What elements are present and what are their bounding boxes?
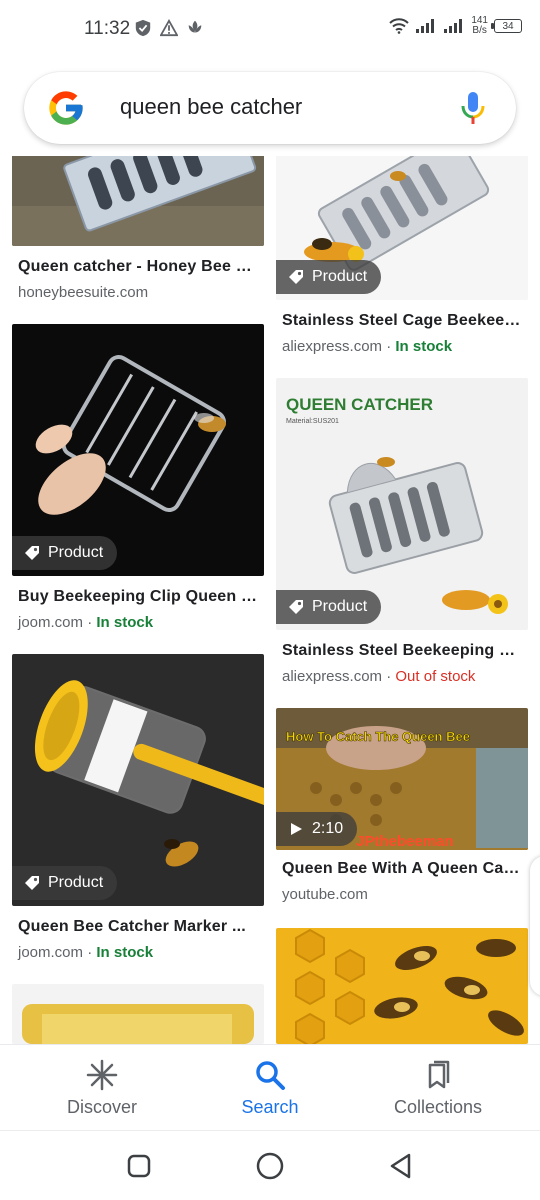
recents-icon[interactable] bbox=[124, 1151, 154, 1181]
result-title[interactable]: Queen Bee With A Queen Cat... bbox=[276, 860, 522, 878]
signal-icon-2 bbox=[444, 19, 463, 33]
video-overlay-channel: JPthebeeman bbox=[356, 833, 454, 850]
result-card[interactable]: Product Queen Bee Catcher Marker ... joo… bbox=[12, 654, 264, 961]
result-thumbnail[interactable]: Product bbox=[276, 156, 528, 300]
nav-discover[interactable]: Discover bbox=[12, 1045, 192, 1131]
result-title[interactable]: Queen catcher - Honey Bee S... bbox=[12, 258, 258, 276]
result-thumbnail[interactable]: QUEEN CATCHER Material:SUS201 Product bbox=[276, 378, 528, 630]
result-thumbnail[interactable] bbox=[276, 928, 528, 1044]
bottom-navigation: Discover Search Collections bbox=[0, 1044, 540, 1130]
result-card[interactable]: Queen catcher - Honey Bee S... honeybees… bbox=[12, 156, 264, 301]
image-results-grid: Queen catcher - Honey Bee S... honeybees… bbox=[0, 156, 540, 1044]
product-badge: Product bbox=[276, 260, 382, 294]
mic-icon[interactable] bbox=[460, 90, 486, 126]
system-navigation-bar bbox=[0, 1130, 540, 1200]
video-thumbnail[interactable]: How To Catch The Queen Bee JPthebeeman 2… bbox=[276, 708, 528, 850]
product-badge: Product bbox=[12, 866, 118, 900]
result-title[interactable]: Stainless Steel Beekeeping Q... bbox=[276, 642, 522, 660]
collections-icon bbox=[428, 1060, 450, 1089]
network-speed: 141 B/s bbox=[471, 15, 488, 36]
nav-discover-label: Discover bbox=[66, 1097, 137, 1117]
nav-search-label: Search bbox=[241, 1097, 299, 1117]
status-time: 11:32 bbox=[84, 18, 131, 39]
battery-icon: 34 bbox=[491, 19, 522, 33]
result-source: honeybeesuite.com bbox=[18, 284, 149, 301]
google-logo-icon[interactable] bbox=[46, 88, 86, 128]
video-overlay-title: How To Catch The Queen Bee bbox=[286, 729, 470, 744]
result-title[interactable]: Buy Beekeeping Clip Queen B... bbox=[12, 588, 258, 606]
result-thumbnail[interactable] bbox=[12, 156, 264, 246]
image-subheading: Material:SUS201 bbox=[286, 418, 339, 425]
result-card[interactable]: How To Catch The Queen Bee JPthebeeman 2… bbox=[276, 708, 528, 903]
result-title[interactable]: Queen Bee Catcher Marker ... bbox=[12, 918, 258, 936]
result-card[interactable]: QUEEN CATCHER Material:SUS201 Product St… bbox=[276, 378, 528, 685]
tag-icon bbox=[25, 876, 39, 890]
asterisk-icon bbox=[86, 1059, 118, 1091]
tag-icon bbox=[25, 546, 39, 560]
result-card[interactable] bbox=[12, 984, 264, 1044]
result-source: youtube.com bbox=[282, 886, 368, 903]
search-icon bbox=[256, 1061, 285, 1090]
result-card[interactable]: Product Stainless Steel Cage Beekeep... … bbox=[276, 156, 528, 355]
warning-icon bbox=[160, 19, 178, 37]
product-badge: Product bbox=[276, 590, 382, 624]
search-input[interactable]: queen bee catcher bbox=[120, 94, 302, 120]
wifi-icon bbox=[389, 18, 410, 34]
result-title[interactable]: Stainless Steel Cage Beekeep... bbox=[276, 312, 522, 330]
result-thumbnail[interactable] bbox=[12, 984, 264, 1044]
signal-icon bbox=[416, 19, 435, 33]
result-source: aliexpress.com · In stock bbox=[282, 338, 453, 355]
product-badge: Product bbox=[12, 536, 118, 570]
video-duration-badge: 2:10 bbox=[276, 812, 358, 846]
result-card[interactable] bbox=[276, 928, 528, 1044]
shield-icon bbox=[135, 19, 151, 37]
result-card[interactable]: Product Buy Beekeeping Clip Queen B... j… bbox=[12, 324, 264, 631]
result-source: joom.com · In stock bbox=[18, 944, 154, 961]
home-icon[interactable] bbox=[255, 1151, 285, 1181]
nav-collections[interactable]: Collections bbox=[348, 1045, 528, 1131]
leaf-icon bbox=[188, 20, 202, 33]
status-bar: 11:32 141 B/s 34 bbox=[0, 0, 540, 62]
nav-collections-label: Collections bbox=[393, 1097, 483, 1117]
back-icon[interactable] bbox=[386, 1151, 416, 1181]
nav-search[interactable]: Search bbox=[180, 1045, 360, 1131]
result-source: aliexpress.com · Out of stock bbox=[282, 668, 476, 685]
tag-icon bbox=[289, 600, 303, 614]
image-heading: QUEEN CATCHER bbox=[286, 395, 433, 414]
search-bar[interactable]: queen bee catcher bbox=[24, 72, 516, 144]
result-thumbnail[interactable]: Product bbox=[12, 654, 264, 906]
scroll-handle[interactable] bbox=[530, 856, 540, 996]
result-thumbnail[interactable]: Product bbox=[12, 324, 264, 576]
play-icon bbox=[291, 823, 302, 835]
tag-icon bbox=[289, 270, 303, 284]
result-source: joom.com · In stock bbox=[18, 614, 154, 631]
